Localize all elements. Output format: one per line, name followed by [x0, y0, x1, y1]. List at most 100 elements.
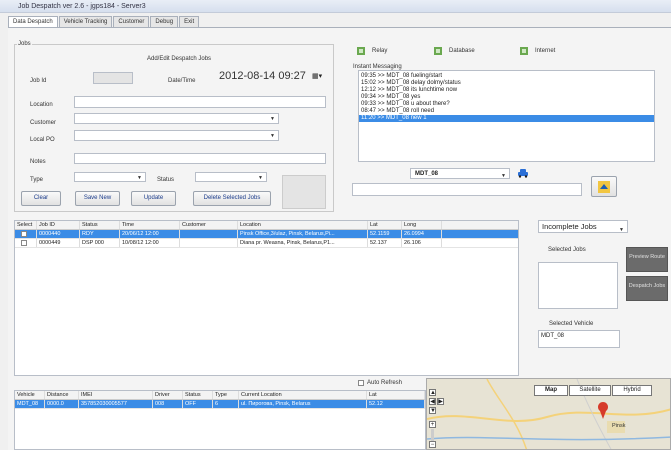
pan-left-button[interactable]: ◀ [429, 398, 436, 405]
color-swatch [282, 175, 326, 209]
despatch-jobs-button[interactable]: Despatch Jobs [626, 276, 668, 301]
message-line[interactable]: 12:12 >> MDT_08 its lunchtime now [359, 87, 654, 94]
zoom-out-button[interactable]: − [429, 441, 436, 448]
job-filter-select[interactable]: Incomplete Jobs ▼ [538, 220, 628, 233]
selected-jobs-label: Selected Jobs [548, 247, 586, 253]
tab-bar: Data Despatch Vehicle Tracking Customer … [8, 16, 200, 28]
vehicle-grid: Vehicle Distance IMEI Driver Status Type… [14, 390, 426, 450]
notes-input[interactable] [74, 153, 326, 164]
save-new-button[interactable]: Save New [75, 191, 120, 206]
column-header[interactable]: Current Location [239, 391, 367, 399]
date-time-value[interactable]: 2012-08-14 09:27 [219, 70, 306, 82]
message-line[interactable]: 09:34 >> MDT_08 yes [359, 94, 654, 101]
tab-exit[interactable]: Exit [179, 16, 200, 27]
column-header[interactable]: Status [80, 221, 120, 229]
message-line-selected[interactable]: 11:20 >> MDT_08 new 1 [359, 115, 654, 122]
column-header[interactable]: Vehicle [15, 391, 45, 399]
job-id-cell: 0000440 [37, 230, 80, 238]
column-header[interactable]: IMEI [79, 391, 153, 399]
delete-selected-jobs-button[interactable]: Delete Selected Jobs [193, 191, 271, 206]
messages-list[interactable]: 09:35 >> MDT_08 fueling/start 15:02 >> M… [358, 70, 655, 162]
map-type-map-button[interactable]: Map [534, 385, 568, 396]
internet-button[interactable]: Internet [519, 46, 555, 56]
column-header[interactable]: Select [15, 221, 37, 229]
auto-refresh-toggle[interactable]: Auto Refresh [358, 380, 402, 386]
job-id-field[interactable] [93, 72, 133, 84]
relay-button[interactable]: Relay [356, 46, 387, 56]
location-cell: ul. Пирогова, Pinsk, Belarus [239, 400, 367, 408]
column-header[interactable]: Time [120, 221, 180, 229]
local-po-label: Local PO [30, 137, 55, 143]
column-header[interactable]: Driver [153, 391, 183, 399]
job-id-label: Job Id [30, 78, 47, 84]
column-header[interactable]: Job ID [37, 221, 80, 229]
time-cell: 20/06/12 12:00 [120, 230, 180, 238]
column-header[interactable]: Long [402, 221, 442, 229]
lat-cell: 52.137 [368, 239, 402, 247]
auto-refresh-checkbox[interactable] [358, 380, 364, 386]
job-id-cell: 0000449 [37, 239, 80, 247]
relay-icon [357, 47, 365, 55]
send-message-button[interactable] [591, 176, 617, 197]
location-input[interactable] [74, 96, 326, 108]
column-header[interactable]: Lat [367, 391, 425, 399]
tab-debug[interactable]: Debug [150, 16, 179, 27]
jobs-grid: Select Job ID Status Time Customer Locat… [14, 220, 519, 376]
tab-customer[interactable]: Customer [113, 16, 150, 27]
customer-select[interactable]: ▼ [74, 113, 279, 124]
vehicle-select[interactable]: MDT_08 ▼ [410, 168, 510, 179]
status-select[interactable]: ▼ [195, 172, 267, 182]
message-line[interactable]: 09:33 >> MDT_08 u about there? [359, 101, 654, 108]
row-select-cell[interactable] [15, 239, 37, 247]
lat-cell: 52.1159 [368, 230, 402, 238]
map-type-hybrid-button[interactable]: Hybrid [612, 385, 652, 396]
table-row[interactable]: MDT_08 0000.0 357852030005577 008 OFF 6 … [15, 400, 425, 409]
zoom-slider[interactable] [431, 429, 434, 441]
location-cell: Diana pr. Weasna, Pinsk, Belarus,P1... [238, 239, 368, 247]
message-line[interactable]: 09:35 >> MDT_08 fueling/start [359, 73, 654, 80]
pan-up-button[interactable]: ▲ [429, 389, 436, 396]
lat-cell: 52.12 [367, 400, 425, 408]
jobs-grid-header: Select Job ID Status Time Customer Locat… [15, 221, 518, 230]
vehicle-cell: MDT_08 [15, 400, 45, 408]
type-select[interactable]: ▼ [74, 172, 146, 182]
jobs-form-heading: Add/Edit Despatch Jobs [147, 56, 212, 62]
column-header[interactable]: Lat [368, 221, 402, 229]
time-cell: 10/08/12 12:00 [120, 239, 180, 247]
row-checkbox[interactable] [21, 231, 27, 237]
local-po-select[interactable]: ▼ [74, 130, 279, 141]
column-header[interactable]: Customer [180, 221, 238, 229]
row-checkbox[interactable] [21, 240, 27, 246]
pan-down-button[interactable]: ▼ [429, 407, 436, 414]
column-header[interactable]: Location [238, 221, 368, 229]
chevron-down-icon: ▼ [137, 175, 142, 181]
column-header[interactable]: Type [213, 391, 239, 399]
column-header[interactable]: Distance [45, 391, 79, 399]
chevron-down-icon: ▼ [501, 173, 506, 179]
customer-cell [180, 239, 238, 247]
window-title: Job Despatch ver 2.6 - jgps184 - Server3 [0, 0, 671, 13]
auto-refresh-label: Auto Refresh [367, 380, 403, 386]
row-select-cell[interactable] [15, 230, 37, 238]
clear-button[interactable]: Clear [21, 191, 61, 206]
calendar-dropdown-icon[interactable]: ▦▾ [312, 72, 322, 80]
location-label: Location [30, 102, 53, 108]
zoom-in-button[interactable]: + [429, 421, 436, 428]
column-header[interactable]: Status [183, 391, 213, 399]
imei-cell: 357852030005577 [79, 400, 153, 408]
message-line[interactable]: 15:02 >> MDT_08 delay dolmy/status [359, 80, 654, 87]
selected-vehicle-field[interactable]: MDT_08 [538, 330, 620, 348]
selected-jobs-list[interactable] [538, 262, 618, 309]
map-type-satellite-button[interactable]: Satellite [569, 385, 611, 396]
internet-icon [520, 47, 528, 55]
message-input[interactable] [352, 183, 582, 196]
message-line[interactable]: 08:47 >> MDT_08 roll need [359, 108, 654, 115]
table-row[interactable]: 0000449 DSP 000 10/08/12 12:00 Diana pr.… [15, 239, 518, 248]
update-button[interactable]: Update [131, 191, 176, 206]
tab-vehicle-tracking[interactable]: Vehicle Tracking [58, 16, 113, 27]
table-row[interactable]: 0000440 RDY 20/06/12 12:00 Pinsk Office,… [15, 230, 518, 239]
database-button[interactable]: Database [433, 46, 475, 56]
preview-route-button[interactable]: Preview Route [626, 247, 668, 272]
map-view[interactable]: ▲ ◀ ▶ ▼ + − Map Satellite Hybrid Pinsk [426, 378, 671, 450]
pan-right-button[interactable]: ▶ [437, 398, 444, 405]
